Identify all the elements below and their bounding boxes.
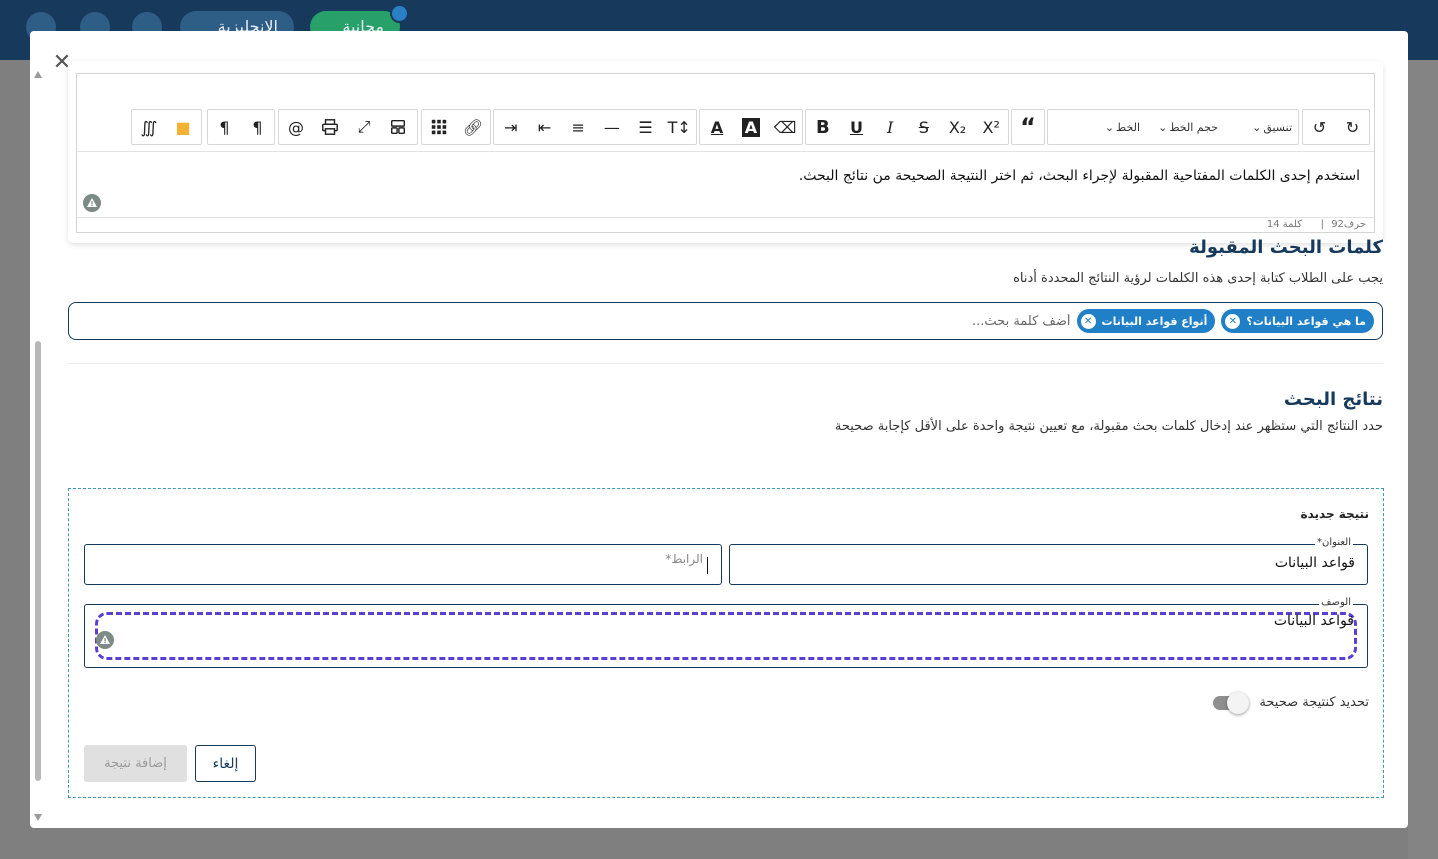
ltr-direction-icon[interactable]: ¶ — [208, 110, 241, 144]
scroll-down-arrow-icon[interactable] — [34, 814, 42, 821]
line-height-icon[interactable]: T↕ — [662, 110, 696, 144]
folder-icon[interactable]: ■ — [166, 110, 200, 144]
outdent-icon[interactable]: ⇤ — [528, 110, 562, 144]
keywords-subtitle: يجب على الطلاب كتابة إحدى هذه الكلمات لر… — [1013, 271, 1383, 286]
title-field-value: قواعد البيانات — [1274, 555, 1355, 571]
keyword-chip[interactable]: أنواع قواعد البيانات ✕ — [1076, 309, 1216, 333]
chevron-down-icon: ⌄ — [1104, 120, 1115, 134]
underline-icon[interactable]: U — [840, 110, 874, 144]
superscript-icon[interactable]: X² — [974, 110, 1008, 144]
warning-icon — [83, 194, 101, 212]
format-select[interactable]: تنسيق ⌄ — [1224, 110, 1298, 144]
font-family-select-label: الخط — [1116, 120, 1140, 134]
bold-icon[interactable]: B — [806, 110, 840, 144]
toolbar-group-format: B U I S X₂ X² — [805, 109, 1009, 145]
link-icon[interactable]: 🔗︎ — [456, 110, 490, 144]
new-result-form: نتيجة جديدة العنوان* قواعد البيانات الرا… — [68, 488, 1384, 798]
eraser-icon[interactable]: ⌫ — [768, 110, 802, 144]
editor-text: استخدم إحدى الكلمات المفتاحية المقبولة ل… — [798, 168, 1360, 184]
toggle-knob — [1227, 691, 1250, 714]
indent-icon[interactable]: ⇥ — [494, 110, 528, 144]
correct-result-toggle-row: تحديد كنتيجة صحيحة — [1213, 691, 1369, 714]
print-icon[interactable] — [313, 110, 347, 144]
mention-icon[interactable]: @ — [279, 110, 313, 144]
link-field[interactable]: الرابط* — [84, 544, 722, 585]
toolbar-group-paragraph: ⇥ ⇤ ≡ — ☰ T↕ — [493, 109, 697, 145]
editor-toolbar: ∭ ■ ¶ ¶ @ ⤢ 🔗︎ ⇥ ⇤ ≡ — ☰ T↕ A A ⌫ B U I … — [77, 74, 1374, 152]
warning-icon — [96, 631, 114, 649]
scrollbar[interactable] — [33, 71, 43, 821]
add-result-button[interactable]: إضافة نتيجة — [84, 745, 187, 782]
rich-text-editor: ∭ ■ ¶ ¶ @ ⤢ 🔗︎ ⇥ ⇤ ≡ — ☰ T↕ A A ⌫ B U I … — [76, 73, 1375, 233]
redo-icon[interactable]: ↻ — [1336, 110, 1369, 144]
toolbar-group-table: 🔗︎ — [421, 109, 491, 145]
description-field[interactable]: الوصف قواعد البيانات — [84, 597, 1368, 668]
blockquote-icon[interactable]: “ — [1012, 110, 1044, 144]
toolbar-group-color: A A ⌫ — [699, 109, 803, 145]
highlight-color-icon[interactable]: A — [734, 110, 768, 144]
correct-result-label: تحديد كنتيجة صحيحة — [1259, 695, 1369, 710]
rtl-direction-icon[interactable]: ¶ — [241, 110, 274, 144]
fullscreen-icon[interactable]: ⤢ — [347, 110, 381, 144]
title-field-label: العنوان* — [1315, 537, 1353, 548]
remove-chip-icon[interactable]: ✕ — [1225, 313, 1241, 329]
results-title: نتائج البحث — [1283, 389, 1383, 410]
italic-icon[interactable]: I — [873, 110, 907, 144]
strikethrough-icon[interactable]: S — [907, 110, 941, 144]
keyword-chip[interactable]: ما هي قواعد البيانات؟ ✕ — [1221, 309, 1374, 333]
stats-separator: | — [1320, 219, 1324, 230]
remove-chip-icon[interactable]: ✕ — [1080, 313, 1096, 329]
description-editor-focus[interactable]: قواعد البيانات — [95, 612, 1357, 660]
keyword-chip-label: ما هي قواعد البيانات؟ — [1246, 314, 1366, 328]
modal-dialog: ✕ ∭ ■ ¶ ¶ @ ⤢ 🔗︎ ⇥ ⇤ ≡ — ☰ T↕ A A ⌫ B U … — [30, 31, 1408, 828]
char-count: حرف92 — [1331, 219, 1366, 230]
toolbar-group-selects: الخط ⌄ حجم الخط ⌄ تنسيق ⌄ — [1047, 109, 1299, 145]
correct-result-toggle[interactable] — [1213, 691, 1250, 714]
font-size-select-label: حجم الخط — [1169, 120, 1218, 134]
scrollbar-thumb[interactable] — [35, 341, 41, 781]
text-caret — [707, 557, 708, 574]
format-select-label: تنسيق — [1263, 120, 1292, 134]
description-field-label: الوصف — [1319, 597, 1353, 608]
ordered-list-icon[interactable]: ☰ — [629, 110, 663, 144]
toolbar-group-quote: “ — [1011, 109, 1045, 145]
text-color-icon[interactable]: A — [700, 110, 734, 144]
table-icon[interactable] — [422, 110, 456, 144]
chevron-down-icon: ⌄ — [1158, 120, 1168, 134]
cancel-button[interactable]: إلغاء — [195, 745, 256, 782]
status-dot — [390, 4, 409, 23]
description-field-value: قواعد البيانات — [1273, 613, 1354, 629]
subscript-icon[interactable]: X₂ — [941, 110, 975, 144]
align-icon[interactable]: ≡ — [561, 110, 595, 144]
keywords-input-box[interactable]: ما هي قواعد البيانات؟ ✕ أنواع قواعد البي… — [68, 302, 1383, 340]
toolbar-group-history: ↺ ↻ — [1302, 109, 1370, 145]
keyword-input[interactable] — [770, 313, 1071, 329]
layout-icon[interactable] — [381, 110, 415, 144]
section-divider — [68, 363, 1383, 364]
editor-content[interactable]: استخدم إحدى الكلمات المفتاحية المقبولة ل… — [77, 152, 1374, 217]
toolbar-group-insert: @ ⤢ — [278, 109, 418, 145]
results-subtitle: حدد النتائج التي ستظهر عند إدخال كلمات ب… — [834, 419, 1383, 434]
keyword-chip-label: أنواع قواعد البيانات — [1101, 314, 1208, 328]
undo-icon[interactable]: ↺ — [1303, 110, 1336, 144]
link-field-placeholder: الرابط* — [665, 552, 703, 566]
chevron-down-icon: ⌄ — [1252, 120, 1262, 134]
font-size-select[interactable]: حجم الخط ⌄ — [1146, 110, 1224, 144]
background-side-panel — [1408, 60, 1438, 859]
toolbar-group-direction: ¶ ¶ — [207, 109, 275, 145]
special-chars-icon[interactable]: ∭ — [132, 110, 166, 144]
editor-card: ∭ ■ ¶ ¶ @ ⤢ 🔗︎ ⇥ ⇤ ≡ — ☰ T↕ A A ⌫ B U I … — [68, 61, 1383, 243]
keywords-title: كلمات البحث المقبولة — [1189, 237, 1383, 258]
horizontal-rule-icon[interactable]: — — [595, 110, 629, 144]
toolbar-group-misc: ∭ ■ — [131, 109, 202, 145]
title-field[interactable]: العنوان* قواعد البيانات — [729, 537, 1368, 585]
word-count: كلمة 14 — [1266, 219, 1302, 230]
editor-statusbar: حرف92 | كلمة 14 — [77, 217, 1374, 233]
scroll-up-arrow-icon[interactable] — [34, 71, 42, 78]
font-family-select[interactable]: الخط ⌄ — [1048, 110, 1146, 144]
new-result-heading: نتيجة جديدة — [1300, 507, 1369, 521]
